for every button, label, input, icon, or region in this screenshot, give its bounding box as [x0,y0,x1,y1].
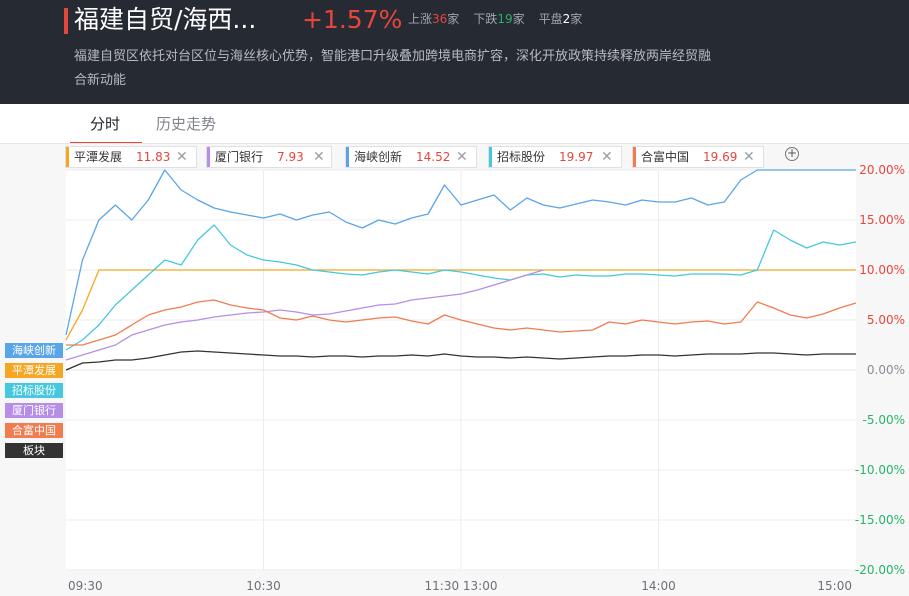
x-tick-label: 10:30 [246,579,281,593]
x-tick-label: 11:30 13:00 [425,579,498,593]
x-tick-label: 15:00 [817,579,852,593]
legend-tag-pingtan: 平潭发展 [5,363,63,378]
y-tick-label: 20.00% [859,163,905,177]
x-tick-label: 09:30 [68,579,103,593]
legend-tag-xiamen-bank: 厦门银行 [5,403,63,418]
legend-tag-haixia: 海峡创新 [5,343,63,358]
y-tick-label: -15.00% [855,513,905,527]
y-tick-label: 0.00% [867,363,905,377]
legend-tag-hefu: 合富中国 [5,423,63,438]
legend-tag-sector: 板块 [5,443,63,458]
y-tick-label: 10.00% [859,263,905,277]
y-tick-label: 15.00% [859,213,905,227]
y-tick-label: 5.00% [867,313,905,327]
intraday-compare-chart: 20.00% 15.00% 10.00% 5.00% 0.00% -5.00% -10.00… [65,163,905,593]
x-tick-label: 14:00 [641,579,676,593]
legend-tag-zhaobiao: 招标股份 [5,383,63,398]
y-tick-label: -10.00% [855,463,905,477]
y-tick-label: -20.00% [855,563,905,577]
y-tick-label: -5.00% [863,413,905,427]
